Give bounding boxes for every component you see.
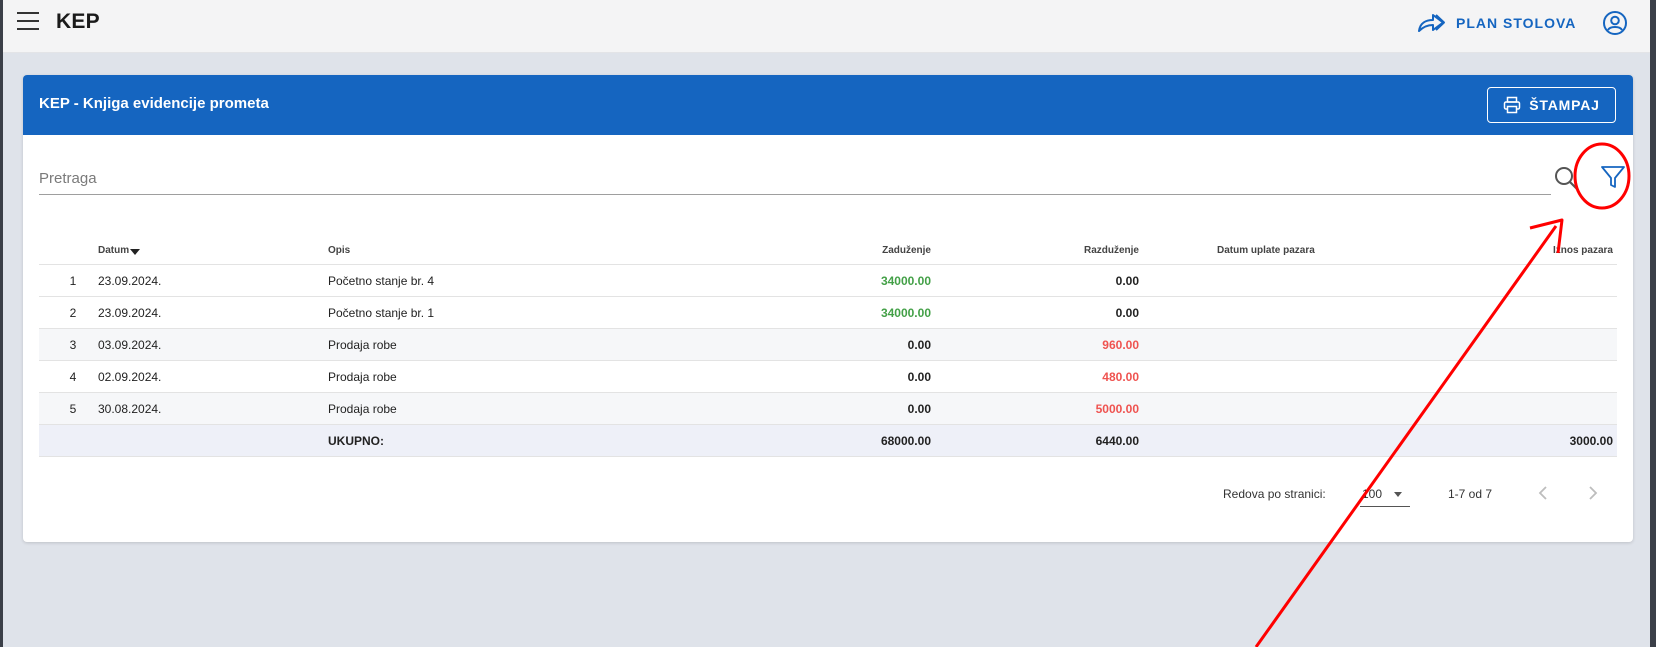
printer-icon — [1504, 96, 1521, 114]
search-field — [39, 163, 1551, 195]
rows-per-page-select[interactable]: 100 — [1360, 482, 1410, 507]
window-right-edge — [1650, 0, 1656, 647]
share-arrow-icon — [1418, 14, 1445, 32]
menu-icon[interactable] — [17, 12, 43, 34]
chevron-down-icon — [1394, 492, 1402, 497]
column-header-opis: Opis — [328, 245, 351, 256]
row-datum: 30.08.2024. — [98, 402, 162, 416]
row-razduzenje: 5000.00 — [1095, 402, 1139, 416]
row-razduzenje: 480.00 — [1102, 370, 1139, 384]
app-bar: KEP PLAN STOLOVA — [3, 0, 1650, 53]
table-row[interactable]: 4 02.09.2024. Prodaja robe 0.00 480.00 — [39, 361, 1617, 393]
app-title: KEP — [56, 10, 100, 33]
row-datum: 02.09.2024. — [98, 370, 162, 384]
column-header-razduzenje: Razduženje — [1083, 245, 1139, 256]
plan-stolova-button[interactable]: PLAN STOLOVA — [1416, 9, 1576, 37]
table-row[interactable]: 1 23.09.2024. Početno stanje br. 4 34000… — [39, 265, 1617, 297]
rows-per-page-value: 100 — [1362, 487, 1383, 501]
row-datum: 23.09.2024. — [98, 274, 162, 288]
total-razduzenje: 6440.00 — [1095, 434, 1139, 448]
search-input[interactable] — [39, 163, 1499, 193]
column-header-datum-uplate: Datum uplate pazara — [1217, 245, 1315, 256]
row-index: 4 — [69, 370, 77, 384]
row-datum: 03.09.2024. — [98, 338, 162, 352]
table-row[interactable]: 2 23.09.2024. Početno stanje br. 1 34000… — [39, 297, 1617, 329]
row-opis: Prodaja robe — [328, 370, 397, 384]
total-zaduzenje: 68000.00 — [880, 434, 931, 448]
row-zaduzenje: 34000.00 — [880, 274, 931, 288]
chevron-right-icon[interactable] — [1581, 482, 1603, 504]
row-opis: Početno stanje br. 1 — [328, 306, 435, 320]
table-row[interactable]: 3 03.09.2024. Prodaja robe 0.00 960.00 — [39, 329, 1617, 361]
card-title: KEP - Knjiga evidencije prometa — [39, 95, 269, 112]
row-zaduzenje: 34000.00 — [880, 306, 931, 320]
sort-desc-icon — [130, 249, 141, 255]
row-razduzenje: 0.00 — [1115, 306, 1139, 320]
page-range: 1-7 od 7 — [1448, 487, 1493, 501]
search-icon[interactable] — [1553, 165, 1579, 191]
table-total-row: UKUPNO: 68000.00 6440.00 3000.00 — [39, 425, 1617, 457]
column-header-datum[interactable]: Datum — [98, 245, 141, 256]
table-row[interactable]: 5 30.08.2024. Prodaja robe 0.00 5000.00 — [39, 393, 1617, 425]
account-circle-icon[interactable] — [1602, 10, 1628, 36]
row-zaduzenje: 0.00 — [907, 338, 931, 352]
column-header-zaduzenje: Zaduženje — [882, 245, 931, 256]
print-label: ŠTAMPAJ — [1529, 97, 1600, 113]
row-index: 1 — [69, 274, 77, 288]
kep-table: Datum Opis Zaduženje Razduženje Datum up… — [39, 235, 1617, 457]
row-opis: Prodaja robe — [328, 402, 397, 416]
print-button[interactable]: ŠTAMPAJ — [1487, 87, 1616, 123]
column-header-iznos: Iznos pazara — [1552, 245, 1613, 256]
rows-per-page-label: Redova po stranici: — [1223, 487, 1326, 501]
table-header-row: Datum Opis Zaduženje Razduženje Datum up… — [39, 235, 1617, 265]
card-header: KEP - Knjiga evidencije prometa ŠTAMPAJ — [23, 75, 1633, 135]
row-index: 3 — [69, 338, 77, 352]
chevron-left-icon[interactable] — [1533, 482, 1555, 504]
row-razduzenje: 0.00 — [1115, 274, 1139, 288]
row-index: 2 — [69, 306, 77, 320]
row-opis: Prodaja robe — [328, 338, 397, 352]
window-left-edge — [0, 0, 3, 647]
row-index: 5 — [69, 402, 77, 416]
row-opis: Početno stanje br. 4 — [328, 274, 435, 288]
plan-stolova-label: PLAN STOLOVA — [1456, 15, 1577, 31]
total-iznos: 3000.00 — [1569, 434, 1613, 448]
row-zaduzenje: 0.00 — [907, 402, 931, 416]
filter-icon[interactable] — [1600, 164, 1626, 190]
kep-card: KEP - Knjiga evidencije prometa ŠTAMPAJ … — [23, 75, 1633, 542]
pagination: Redova po stranici: 100 1-7 od 7 — [23, 479, 1633, 509]
row-zaduzenje: 0.00 — [907, 370, 931, 384]
row-datum: 23.09.2024. — [98, 306, 162, 320]
total-label: UKUPNO: — [328, 434, 384, 448]
row-razduzenje: 960.00 — [1102, 338, 1139, 352]
